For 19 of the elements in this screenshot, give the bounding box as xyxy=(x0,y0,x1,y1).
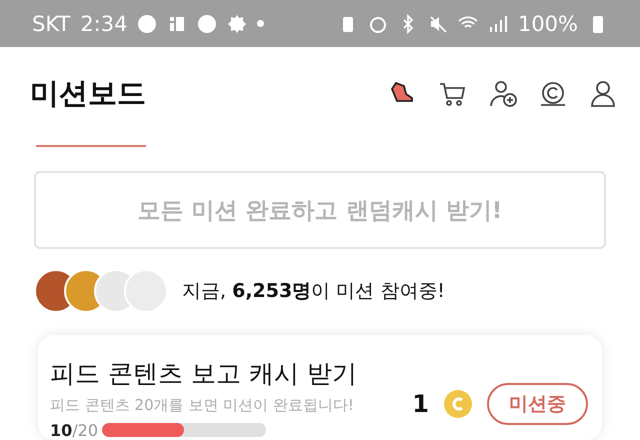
progress-current: 10 xyxy=(50,420,72,440)
mission-status-button[interactable]: 미션중 xyxy=(487,382,588,425)
mute-icon xyxy=(428,14,448,34)
battery-percent: 100% xyxy=(518,12,578,36)
clock-time: 2:34 xyxy=(80,12,128,36)
reward-amount: 1 xyxy=(412,390,429,418)
coin-icon xyxy=(443,388,473,419)
progress-total: /20 xyxy=(72,420,98,440)
mission-description: 피드 콘텐츠 20개를 보면 미션이 완료됩니다! xyxy=(50,396,355,415)
signal-icon xyxy=(488,14,508,34)
random-cash-banner[interactable]: 모든 미션 완료하고 랜덤캐시 받기! xyxy=(34,171,606,249)
profile-icon[interactable] xyxy=(588,79,618,110)
dot-icon xyxy=(257,20,264,28)
carrier-name: SKT xyxy=(32,12,70,36)
mission-title: 피드 콘텐츠 보고 캐시 받기 xyxy=(50,358,358,390)
participant-count-text: 지금, 6,253명이 미션 참여중! xyxy=(182,278,445,304)
add-friend-icon[interactable] xyxy=(488,79,518,110)
page-title: 미션보드 xyxy=(30,75,146,112)
badge-icon xyxy=(227,14,248,34)
